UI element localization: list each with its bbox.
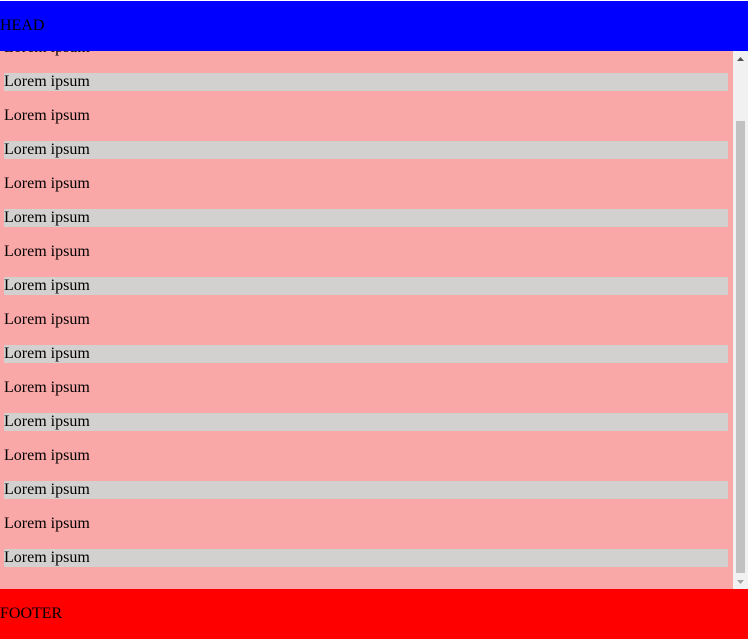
- vertical-scrollbar[interactable]: [733, 51, 748, 589]
- scrollbar-thumb[interactable]: [736, 121, 745, 573]
- list-item: Lorem ipsum: [4, 447, 90, 464]
- list-item: Lorem ipsum: [4, 175, 90, 192]
- footer-label: FOOTER: [0, 605, 63, 622]
- footer-bar: FOOTER: [0, 589, 748, 639]
- list-item: Lorem ipsum: [4, 345, 728, 363]
- header-bar: HEAD: [0, 1, 748, 51]
- list-item: Lorem ipsum: [4, 51, 728, 57]
- list-item: Lorem ipsum: [4, 209, 728, 227]
- list-item: Lorem ipsum: [4, 481, 728, 499]
- list-item: Lorem ipsum: [4, 243, 90, 260]
- header-label: HEAD: [0, 17, 45, 34]
- list-item: Lorem ipsum: [4, 277, 728, 295]
- scroll-content-area[interactable]: Lorem ipsum Lorem ipsum Lorem ipsum Lorem i…: [0, 51, 748, 589]
- list-item: Lorem ipsum: [4, 311, 90, 328]
- list-item: Lorem ipsum: [4, 73, 728, 91]
- list-item: Lorem ipsum: [4, 515, 90, 532]
- row-list: Lorem ipsum Lorem ipsum Lorem ipsum Lorem i…: [4, 51, 728, 583]
- arrow-up-icon[interactable]: [733, 51, 748, 66]
- list-item: Lorem ipsum: [4, 107, 90, 124]
- list-item: Lorem ipsum: [4, 379, 90, 396]
- page: HEAD Lorem ipsum Lorem ipsum Lorem ipsum Lo…: [0, 0, 748, 639]
- list-item: Lorem ipsum: [4, 549, 728, 567]
- list-item: Lorem ipsum: [4, 141, 728, 159]
- arrow-down-icon[interactable]: [733, 574, 748, 589]
- list-item: Lorem ipsum: [4, 413, 728, 431]
